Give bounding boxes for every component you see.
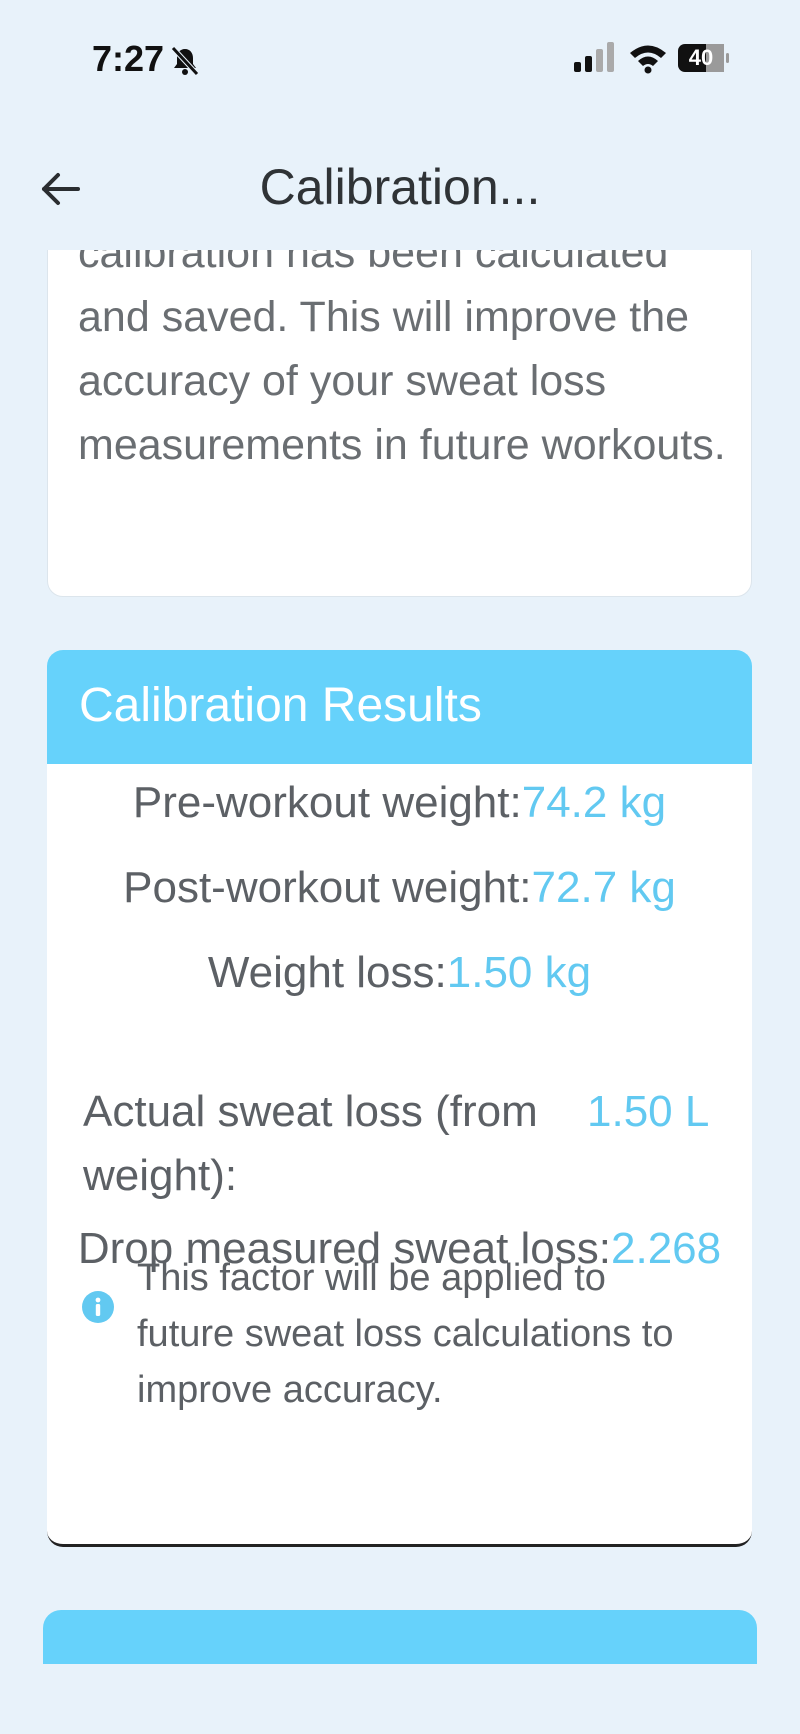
battery-icon: 40: [678, 44, 730, 72]
calibration-results-card: Calibration Results Pre-workout weight:7…: [47, 650, 752, 1547]
pre-workout-row: Pre-workout weight:74.2 kg: [47, 778, 752, 828]
actual-sweat-loss-label: Actual sweat loss (from weight):: [83, 1087, 538, 1200]
battery-level: 40: [688, 45, 714, 70]
calibration-info-note: This factor will be applied to future sw…: [137, 1257, 674, 1411]
weight-loss-row: Weight loss:1.50 kg: [47, 948, 752, 998]
post-workout-value: 72.7 kg: [531, 863, 676, 912]
weight-loss-value: 1.50 kg: [446, 948, 592, 997]
calibration-saved-message: calibration has been calculated and save…: [78, 250, 726, 469]
next-section-button[interactable]: [43, 1610, 757, 1664]
pre-workout-value: 74.2 kg: [521, 778, 667, 827]
bottom-safe-area: [0, 1664, 800, 1734]
post-workout-row: Post-workout weight:72.7 kg: [47, 863, 752, 913]
pre-workout-label: Pre-workout weight:: [132, 778, 522, 827]
status-bar: 7:27 40: [0, 0, 800, 120]
wifi-icon: [630, 45, 666, 74]
page-title: Calibration...: [259, 159, 541, 215]
app-header: Calibration...: [0, 140, 800, 250]
status-time: 7:27: [92, 38, 165, 79]
post-workout-label: Post-workout weight:: [123, 863, 532, 912]
results-card-header: Calibration Results: [47, 650, 752, 764]
results-title: Calibration Results: [79, 679, 482, 732]
scroll-content[interactable]: calibration has been calculated and save…: [0, 250, 800, 1664]
calibration-saved-card: calibration has been calculated and save…: [47, 250, 752, 597]
weight-loss-label: Weight loss:: [207, 948, 447, 997]
actual-sweat-loss-value: 1.50 L: [587, 1087, 710, 1136]
bell-muted-icon: [171, 46, 199, 76]
info-icon: [82, 1291, 114, 1323]
cellular-signal-icon: [574, 42, 614, 72]
